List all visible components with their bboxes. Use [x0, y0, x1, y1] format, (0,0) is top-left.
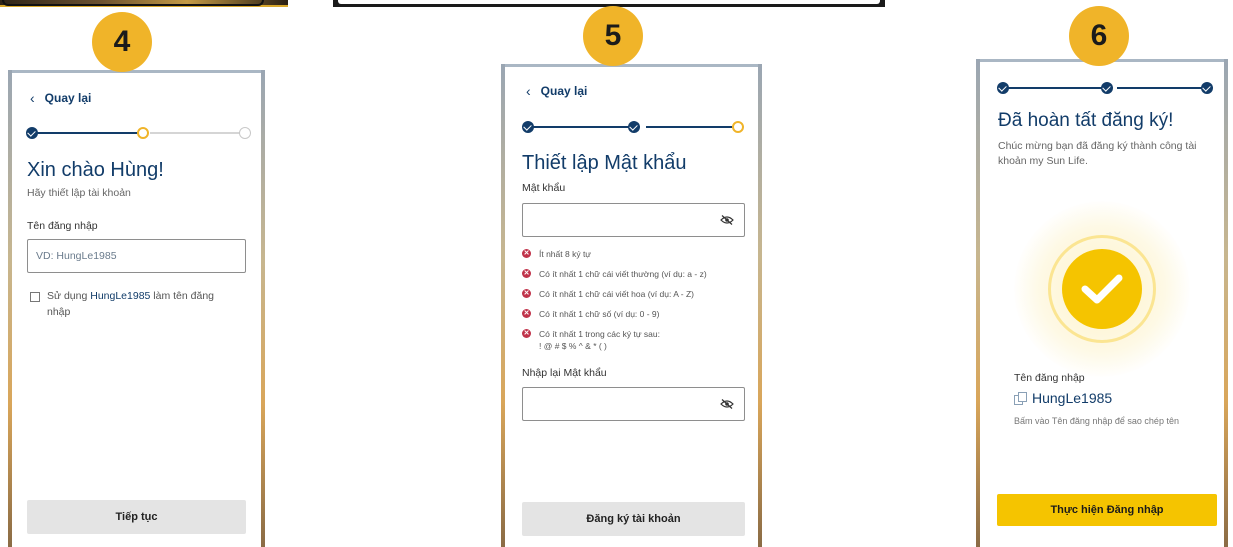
step-current-indicator: [137, 127, 149, 139]
password-input[interactable]: [522, 203, 745, 237]
chevron-left-icon: ‹: [30, 90, 35, 106]
back-label: Quay lại: [44, 91, 92, 105]
copy-username-button[interactable]: HungLe1985: [1014, 390, 1112, 406]
error-x-icon: ✕: [522, 269, 531, 278]
cropped-image-strip-left: [0, 0, 288, 7]
eye-off-icon[interactable]: [720, 215, 734, 225]
step-badge-5: 5: [583, 6, 643, 66]
step-complete-icon: [997, 82, 1009, 94]
login-button[interactable]: Thực hiện Đăng nhập: [997, 494, 1217, 526]
step-badge-4: 4: [92, 12, 152, 72]
username-label: Tên đăng nhập: [1014, 372, 1085, 384]
username-input[interactable]: VD: HungLe1985: [27, 239, 246, 273]
page-subtitle: Hãy thiết lập tài khoản: [27, 187, 131, 199]
step-complete-icon: [26, 127, 38, 139]
success-message: Chúc mừng bạn đã đăng ký thành công tài …: [998, 140, 1197, 167]
back-link[interactable]: ‹ Quay lại: [30, 90, 91, 106]
use-suggested-username-checkbox[interactable]: [30, 292, 40, 302]
registration-steps-canvas: 4 5 6 ‹ Quay lại Xin chào Hùng! Hãy thiế…: [0, 0, 1233, 547]
password-rule: ✕ Ít nhất 8 ký tự: [522, 249, 591, 259]
continue-button[interactable]: Tiếp tục: [27, 500, 246, 534]
error-x-icon: ✕: [522, 289, 531, 298]
progress-stepper: [997, 82, 1213, 94]
password-rule: ✕ Có ít nhất 1 chữ cái viết hoa (ví dụ: A…: [522, 289, 694, 299]
password-label: Mật khẩu: [522, 182, 566, 194]
progress-stepper: [26, 127, 251, 139]
back-link[interactable]: ‹ Quay lại: [526, 83, 587, 99]
screen-step-6: Đã hoàn tất đăng ký! Chúc mừng bạn đã đă…: [976, 59, 1228, 547]
username-label: Tên đăng nhập: [27, 220, 98, 232]
step-complete-icon: [1101, 82, 1113, 94]
page-title: Xin chào Hùng!: [27, 159, 164, 181]
username-value: HungLe1985: [1032, 390, 1113, 406]
confirm-password-label: Nhập lại Mật khẩu: [522, 367, 607, 379]
page-title: Thiết lập Mật khẩu: [522, 152, 687, 174]
copy-icon: [1014, 392, 1027, 405]
step-pending-indicator: [239, 127, 251, 139]
use-suggested-username-text: Sử dụng HungLe1985 làm tên đăng nhập: [47, 290, 215, 318]
step-complete-icon: [628, 121, 640, 133]
confirm-password-input[interactable]: [522, 387, 745, 421]
eye-off-icon[interactable]: [720, 399, 734, 409]
step-complete-icon: [522, 121, 534, 133]
success-check-icon: [1062, 249, 1142, 329]
back-label: Quay lại: [540, 84, 588, 98]
error-x-icon: ✕: [522, 249, 531, 258]
screen-step-4: ‹ Quay lại Xin chào Hùng! Hãy thiết lập …: [8, 70, 265, 547]
copy-hint: Bấm vào Tên đăng nhập để sao chép tên: [1014, 416, 1179, 426]
password-rule: ✕ Có ít nhất 1 trong các ký tự sau:! @ #…: [522, 329, 660, 351]
success-title: Đã hoàn tất đăng ký!: [998, 110, 1174, 131]
username-placeholder: VD: HungLe1985: [36, 250, 117, 262]
step-complete-icon: [1201, 82, 1213, 94]
error-x-icon: ✕: [522, 329, 531, 338]
register-account-button[interactable]: Đăng ký tài khoản: [522, 502, 745, 536]
step-badge-6: 6: [1069, 6, 1129, 66]
password-rule: ✕ Có ít nhất 1 chữ số (ví dụ: 0 - 9): [522, 309, 660, 319]
screen-step-5: ‹ Quay lại Thiết lập Mật khẩu Mật khẩu ✕…: [501, 64, 762, 547]
step-current-indicator: [732, 121, 744, 133]
chevron-left-icon: ‹: [526, 83, 531, 99]
error-x-icon: ✕: [522, 309, 531, 318]
progress-stepper: [522, 121, 744, 133]
password-rule: ✕ Có ít nhất 1 chữ cái viết thường (ví dụ…: [522, 269, 707, 279]
